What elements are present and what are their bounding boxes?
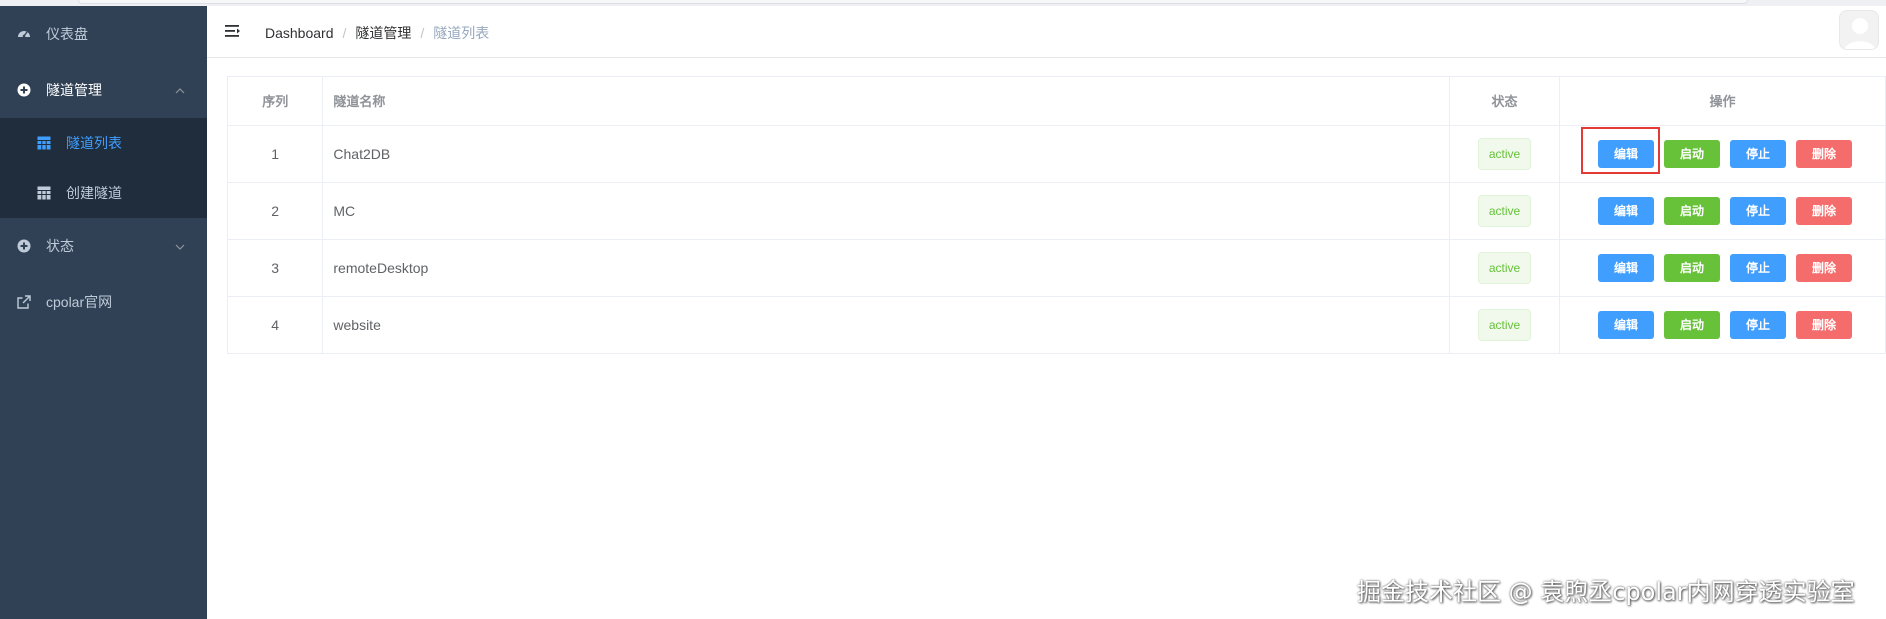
table-header-row: 序列 隧道名称 状态 操作 [228, 77, 1886, 126]
start-button[interactable]: 启动 [1664, 253, 1721, 282]
stop-button[interactable]: 停止 [1730, 139, 1787, 168]
breadcrumb-item-tunnel-list: 隧道列表 [433, 25, 490, 41]
chevron-down-icon [175, 239, 185, 255]
row-actions: 编辑 启动 停止 删除 [1560, 196, 1885, 225]
stop-button[interactable]: 停止 [1730, 196, 1787, 225]
plus-circle-icon [16, 238, 32, 254]
row-actions: 编辑 启动 停止 删除 [1560, 126, 1885, 174]
table-row: 4 website active 编辑 启动 停止 删除 [228, 296, 1886, 354]
table-icon [36, 135, 52, 151]
row-actions: 编辑 启动 停止 删除 [1560, 310, 1885, 339]
tunnel-name: website [322, 296, 1451, 354]
chevron-up-icon [175, 83, 185, 99]
row-index: 4 [228, 296, 324, 354]
plus-circle-icon [16, 82, 32, 98]
sidebar-item-label: 状态 [46, 238, 74, 254]
start-button[interactable]: 启动 [1664, 310, 1721, 339]
breadcrumb: Dashboard / 隧道管理 / 隧道列表 [265, 23, 489, 43]
column-header-actions: 操作 [1559, 77, 1886, 126]
sidebar-item-tunnel-management[interactable]: 隧道管理 [0, 62, 207, 118]
table-row: 2 MC active 编辑 启动 停止 删除 [228, 182, 1886, 240]
dashboard-icon [16, 26, 32, 42]
edit-button[interactable]: 编辑 [1598, 253, 1655, 282]
row-index: 1 [228, 125, 324, 183]
row-index: 3 [228, 239, 324, 297]
sidebar-item-cpolar-website[interactable]: cpolar官网 [0, 274, 207, 330]
tunnel-name: remoteDesktop [322, 239, 1451, 297]
row-index: 2 [228, 182, 324, 240]
table-row: 1 Chat2DB active 编辑 启动 停止 删除 [228, 125, 1886, 183]
status-badge: active [1477, 308, 1532, 341]
tunnel-table: 序列 隧道名称 状态 操作 1 Chat2DB active 编辑 启动 停止 … [227, 76, 1886, 354]
tunnel-name: MC [322, 182, 1451, 240]
sidebar-item-dashboard[interactable]: 仪表盘 [0, 6, 207, 62]
sidebar-item-label: 仪表盘 [46, 26, 88, 42]
status-badge: active [1477, 251, 1532, 284]
sidebar-item-status[interactable]: 状态 [0, 218, 207, 274]
sidebar-item-label: 隧道列表 [66, 135, 122, 151]
start-button[interactable]: 启动 [1664, 139, 1721, 168]
breadcrumb-separator: / [342, 25, 347, 41]
table-row: 3 remoteDesktop active 编辑 启动 停止 删除 [228, 239, 1886, 297]
edit-button[interactable]: 编辑 [1598, 310, 1655, 339]
column-header-name: 隧道名称 [322, 77, 1451, 126]
sidebar-item-label: cpolar官网 [46, 294, 113, 310]
stop-button[interactable]: 停止 [1730, 310, 1787, 339]
sidebar-item-create-tunnel[interactable]: 创建隧道 [0, 168, 207, 218]
sidebar: 仪表盘 隧道管理 隧道列表 创建隧道 状态 cpolar官网 [0, 6, 207, 619]
sidebar-item-label: 隧道管理 [46, 82, 102, 98]
delete-button[interactable]: 删除 [1796, 139, 1853, 168]
sidebar-item-label: 创建隧道 [66, 185, 122, 201]
sidebar-item-tunnel-list[interactable]: 隧道列表 [0, 118, 207, 168]
navbar: Dashboard / 隧道管理 / 隧道列表 [207, 6, 1886, 58]
table-icon [36, 185, 52, 201]
delete-button[interactable]: 删除 [1796, 253, 1853, 282]
submenu-tunnel-management: 隧道列表 创建隧道 [0, 118, 207, 218]
avatar[interactable] [1839, 10, 1879, 50]
start-button[interactable]: 启动 [1664, 196, 1721, 225]
hamburger-icon[interactable] [224, 22, 242, 40]
status-badge: active [1477, 137, 1532, 170]
delete-button[interactable]: 删除 [1796, 310, 1853, 339]
edit-button[interactable]: 编辑 [1598, 139, 1655, 168]
tunnel-name: Chat2DB [322, 125, 1451, 183]
address-bar-edge [78, 0, 1748, 4]
delete-button[interactable]: 删除 [1796, 196, 1853, 225]
edit-button[interactable]: 编辑 [1598, 196, 1655, 225]
external-link-icon [16, 294, 32, 310]
column-header-status: 状态 [1449, 77, 1561, 126]
status-badge: active [1477, 194, 1532, 227]
breadcrumb-separator: / [420, 25, 425, 41]
breadcrumb-item-dashboard[interactable]: Dashboard [265, 25, 334, 41]
column-header-index: 序列 [228, 77, 324, 126]
stop-button[interactable]: 停止 [1730, 253, 1787, 282]
row-actions: 编辑 启动 停止 删除 [1560, 253, 1885, 282]
breadcrumb-item-tunnel-management[interactable]: 隧道管理 [355, 23, 411, 43]
watermark: 掘金技术社区 @ 袁煦丞cpolar内网穿透实验室 [1357, 578, 1855, 606]
